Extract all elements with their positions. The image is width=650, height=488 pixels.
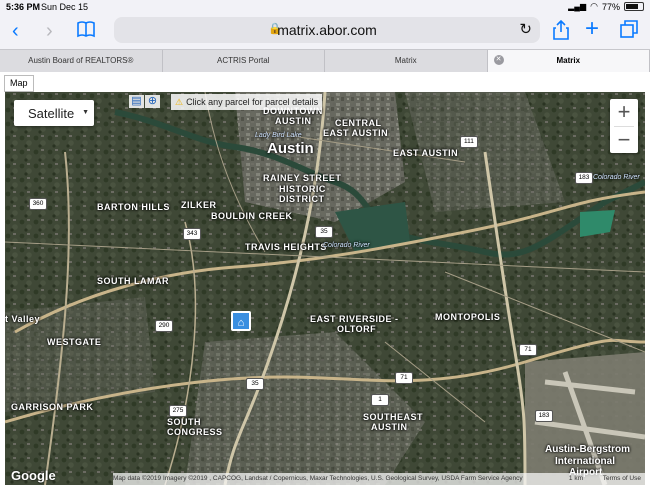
tab-label: Matrix: [556, 56, 581, 65]
address-bar[interactable]: 🔒 matrix.abor.com ↻: [114, 17, 540, 43]
map-scale: 1 km: [568, 475, 583, 482]
map-label: AUSTIN: [275, 116, 312, 126]
tab-matrix-active[interactable]: ✕ Matrix: [487, 50, 650, 72]
map-label: EAST AUSTIN: [323, 128, 389, 138]
satellite-map[interactable]: DOWNTOWN AUSTIN CENTRAL EAST AUSTIN Austin EA…: [5, 92, 645, 485]
map-imagery: [5, 92, 645, 485]
status-date: Sun Dec 15: [41, 2, 89, 12]
google-logo: Google: [11, 468, 56, 483]
highway-shield: 71: [395, 372, 413, 384]
property-pin-icon[interactable]: ⌂: [231, 311, 251, 331]
status-right: ▂▄▆ ◠ 77%: [568, 1, 644, 12]
attribution-text: Map data ©2019 Imagery ©2019 , CAPCOG, L…: [113, 475, 523, 482]
map-tab[interactable]: Map: [4, 75, 34, 92]
highway-shield: 35: [315, 226, 333, 238]
tab-label: ACTRIS Portal: [217, 56, 270, 65]
map-label: International: [555, 456, 616, 467]
highway-shield: 71: [519, 344, 537, 356]
map-label: RAINEY STREET: [263, 173, 342, 183]
dropdown-arrow-icon: ▼: [82, 109, 89, 116]
reload-icon[interactable]: ↻: [519, 20, 532, 38]
browser-tab-bar: Austin Board of REALTORS® ACTRIS Portal …: [0, 49, 650, 73]
map-label: ZILKER: [181, 200, 217, 210]
map-label: MONTOPOLIS: [435, 312, 501, 322]
map-label: HISTORIC: [279, 184, 326, 194]
tab-austin-board[interactable]: Austin Board of REALTORS®: [0, 50, 163, 72]
map-label: SOUTHEAST: [363, 412, 424, 422]
status-time: 5:36 PM: [6, 2, 41, 12]
highway-shield: 111: [460, 136, 478, 148]
map-label: SOUTH: [167, 417, 201, 427]
highway-shield: 360: [29, 198, 47, 210]
map-label: OLTORF: [337, 324, 377, 334]
map-label: CENTRAL: [335, 118, 382, 128]
map-label: SOUTH LAMAR: [97, 276, 169, 286]
parcel-tool-icon[interactable]: ▤: [129, 95, 144, 108]
map-label: Colorado River: [593, 174, 640, 181]
tab-label: Austin Board of REALTORS®: [28, 56, 134, 65]
map-label: Austin: [267, 140, 314, 157]
zoom-out-button[interactable]: −: [610, 127, 638, 154]
map-label: EAST AUSTIN: [393, 148, 459, 158]
tabs-icon[interactable]: [620, 20, 638, 42]
bookmarks-icon[interactable]: [76, 20, 96, 42]
status-bar: 5:36 PM Sun Dec 15 ▂▄▆ ◠ 77%: [0, 0, 650, 14]
new-tab-icon[interactable]: +: [585, 17, 599, 41]
signal-icon: ▂▄▆: [568, 2, 587, 11]
map-label: Austin-Bergstrom: [545, 444, 631, 455]
highway-shield: 290: [155, 320, 173, 332]
terms-link[interactable]: Terms of Use: [603, 473, 641, 485]
warning-icon: ⚠: [175, 97, 184, 107]
map-label: AUSTIN: [371, 422, 408, 432]
map-type-select[interactable]: Satellite ▼: [14, 100, 94, 126]
share-icon[interactable]: [553, 19, 569, 44]
highway-shield: 343: [183, 228, 201, 240]
parcel-hint-text: Click any parcel for parcel details: [186, 97, 319, 107]
map-attribution: Map data ©2019 Imagery ©2019 , CAPCOG, L…: [113, 473, 645, 485]
wifi-icon: ◠: [590, 1, 598, 11]
highway-shield: 35: [246, 378, 264, 390]
map-label: TRAVIS HEIGHTS: [245, 242, 327, 252]
map-label: BARTON HILLS: [97, 202, 170, 212]
crosshair-icon[interactable]: ⊕: [145, 95, 160, 108]
map-label: EAST RIVERSIDE -: [310, 314, 399, 324]
battery-percent: 77%: [601, 1, 620, 12]
zoom-in-button[interactable]: +: [610, 99, 638, 126]
tab-actris-portal[interactable]: ACTRIS Portal: [163, 50, 325, 72]
forward-icon[interactable]: ›: [46, 21, 53, 41]
battery-icon: [624, 2, 644, 11]
page-content: Map DOWNTOWN AUSTIN CENTRAL EAST AUSTIN …: [0, 72, 650, 488]
parcel-hint: ⚠ Click any parcel for parcel details: [171, 94, 323, 110]
close-tab-icon[interactable]: ✕: [493, 55, 504, 65]
highway-shield: 183: [535, 410, 553, 422]
map-type-label: Satellite: [28, 106, 75, 121]
map-label: t Valley: [5, 314, 41, 324]
map-label: WESTGATE: [47, 337, 102, 347]
map-label: Lady Bird Lake: [255, 132, 302, 139]
zoom-control: + −: [610, 99, 638, 153]
tab-label: Matrix: [394, 56, 417, 65]
tab-matrix[interactable]: Matrix: [325, 50, 488, 72]
highway-shield: 275: [169, 405, 187, 417]
map-label: Colorado River: [323, 242, 370, 249]
map-label: BOULDIN CREEK: [211, 211, 293, 221]
back-icon[interactable]: ‹: [12, 21, 19, 41]
highway-shield: 183: [575, 172, 593, 184]
map-label: DISTRICT: [279, 194, 325, 204]
map-label: GARRISON PARK: [11, 402, 94, 412]
address-url: matrix.abor.com: [277, 22, 377, 38]
browser-toolbar: ‹ › 🔒 matrix.abor.com ↻ +: [0, 14, 650, 48]
map-label: CONGRESS: [167, 427, 223, 437]
highway-shield: 1: [371, 394, 389, 406]
